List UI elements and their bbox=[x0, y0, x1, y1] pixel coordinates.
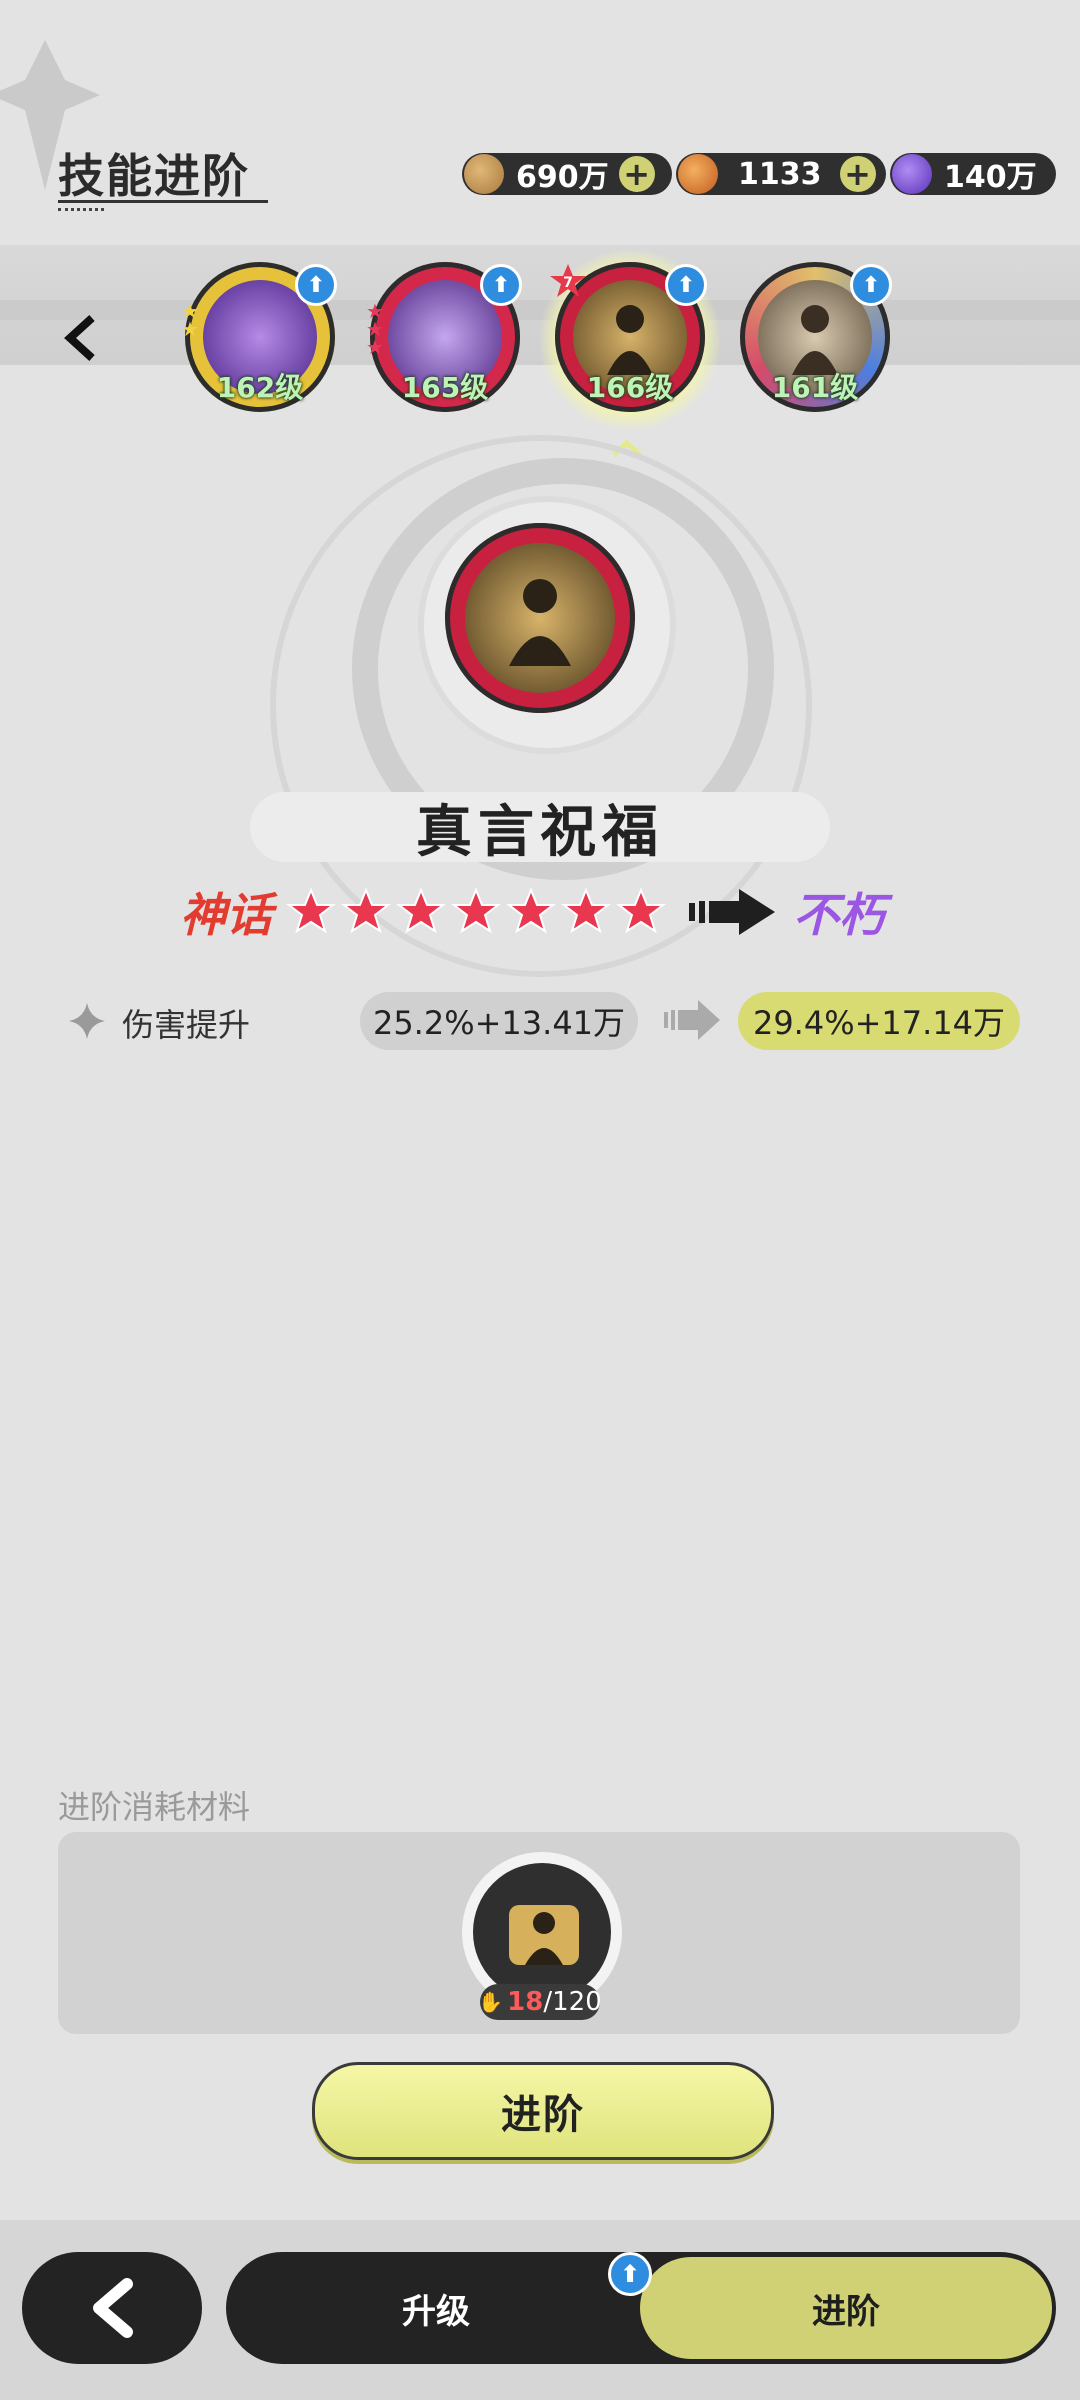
currency-gem-value: 140万 bbox=[944, 160, 1037, 195]
stat-label: 伤害提升 bbox=[122, 1006, 251, 1044]
skill-slot-4[interactable]: ⬆ 161级 bbox=[740, 262, 892, 412]
skill-name: 真言祝福 bbox=[250, 792, 830, 865]
rank-star-icon bbox=[286, 887, 336, 934]
upgrade-arrow-icon: ⬆ bbox=[608, 2252, 652, 2296]
stat-row-damage: 伤害提升 25.2%+13.41万 29.4%+17.14万 bbox=[68, 992, 1028, 1050]
rank-star-icon bbox=[561, 887, 611, 934]
skill-slot-2[interactable]: ★ ★ ★ ⬆ 165级 bbox=[366, 262, 522, 412]
arrow-right-icon bbox=[689, 889, 775, 935]
currency-crystal: 1133 + bbox=[676, 153, 886, 195]
currency-coin-value: 690万 bbox=[516, 160, 609, 195]
svg-text:7: 7 bbox=[563, 275, 573, 291]
rank-from: 神话 bbox=[180, 888, 272, 942]
material-count: ✋ 18 /120 bbox=[478, 1984, 602, 2020]
add-coin-button[interactable]: + bbox=[618, 155, 655, 193]
stat-current-value: 25.2%+13.41万 bbox=[360, 992, 638, 1050]
material-need: /120 bbox=[543, 1987, 602, 2017]
rank-to: 不朽 bbox=[793, 888, 885, 942]
rank-row: 神话 不朽 bbox=[180, 882, 885, 942]
material-fragment-icon bbox=[473, 1863, 611, 2001]
skill-slot-1[interactable]: ★ ★ ⬆ 162级 bbox=[181, 262, 337, 412]
title-dots bbox=[58, 208, 104, 214]
materials-label: 进阶消耗材料 bbox=[58, 1788, 251, 1826]
rank-star-icon bbox=[451, 887, 501, 934]
currency-crystal-value: 1133 bbox=[738, 156, 822, 192]
rank-star-icon bbox=[341, 887, 391, 934]
skill-strip-band bbox=[0, 300, 1080, 320]
skill-3-level: 166级 bbox=[586, 371, 674, 404]
skill-1-level: 162级 bbox=[216, 371, 304, 404]
hand-icon: ✋ bbox=[478, 1990, 504, 2014]
currency-coin: 690万 + bbox=[462, 153, 672, 195]
upgrade-arrow-icon: ⬆ bbox=[850, 264, 892, 306]
upgrade-arrow-icon: ⬆ bbox=[665, 264, 707, 306]
currency-gem: 140万 bbox=[890, 153, 1056, 195]
arrow-right-icon bbox=[664, 1000, 720, 1040]
coin-icon bbox=[464, 154, 504, 194]
skill-2-level: 165级 bbox=[401, 371, 489, 404]
rank-star-icon bbox=[506, 887, 556, 934]
crystal-icon bbox=[678, 154, 718, 194]
stat-next-value: 29.4%+17.14万 bbox=[738, 992, 1020, 1050]
title-underline bbox=[58, 200, 268, 203]
material-have: 18 bbox=[507, 1987, 544, 2017]
skill-1-stars: ★ ★ bbox=[181, 299, 199, 341]
upgrade-arrow-icon: ⬆ bbox=[295, 264, 337, 306]
back-arrow-icon bbox=[93, 2278, 133, 2338]
rank-star-icon bbox=[396, 887, 446, 934]
star-badge-icon: 7 bbox=[550, 264, 586, 297]
sparkle-icon bbox=[68, 1002, 106, 1050]
tab-advance[interactable]: 进阶 bbox=[640, 2257, 1052, 2359]
gem-icon bbox=[892, 154, 932, 194]
selected-skill-emblem bbox=[445, 523, 635, 713]
back-button[interactable] bbox=[22, 2252, 202, 2364]
skill-list-prev-button[interactable] bbox=[62, 312, 98, 375]
chevron-left-icon bbox=[64, 315, 95, 361]
page-title: 技能进阶 bbox=[58, 149, 250, 203]
skill-blessing-icon bbox=[465, 543, 615, 693]
upgrade-arrow-icon: ⬆ bbox=[480, 264, 522, 306]
skill-4-level: 161级 bbox=[771, 371, 859, 404]
rank-star-icon bbox=[616, 887, 666, 934]
tab-upgrade[interactable]: 升级 bbox=[226, 2252, 646, 2364]
skill-2-stars: ★ ★ ★ bbox=[366, 299, 384, 359]
advance-button[interactable]: 进阶 bbox=[312, 2062, 774, 2160]
skill-slot-3[interactable]: 7 ⬆ 166级 bbox=[550, 262, 707, 412]
add-crystal-button[interactable]: + bbox=[839, 155, 876, 193]
